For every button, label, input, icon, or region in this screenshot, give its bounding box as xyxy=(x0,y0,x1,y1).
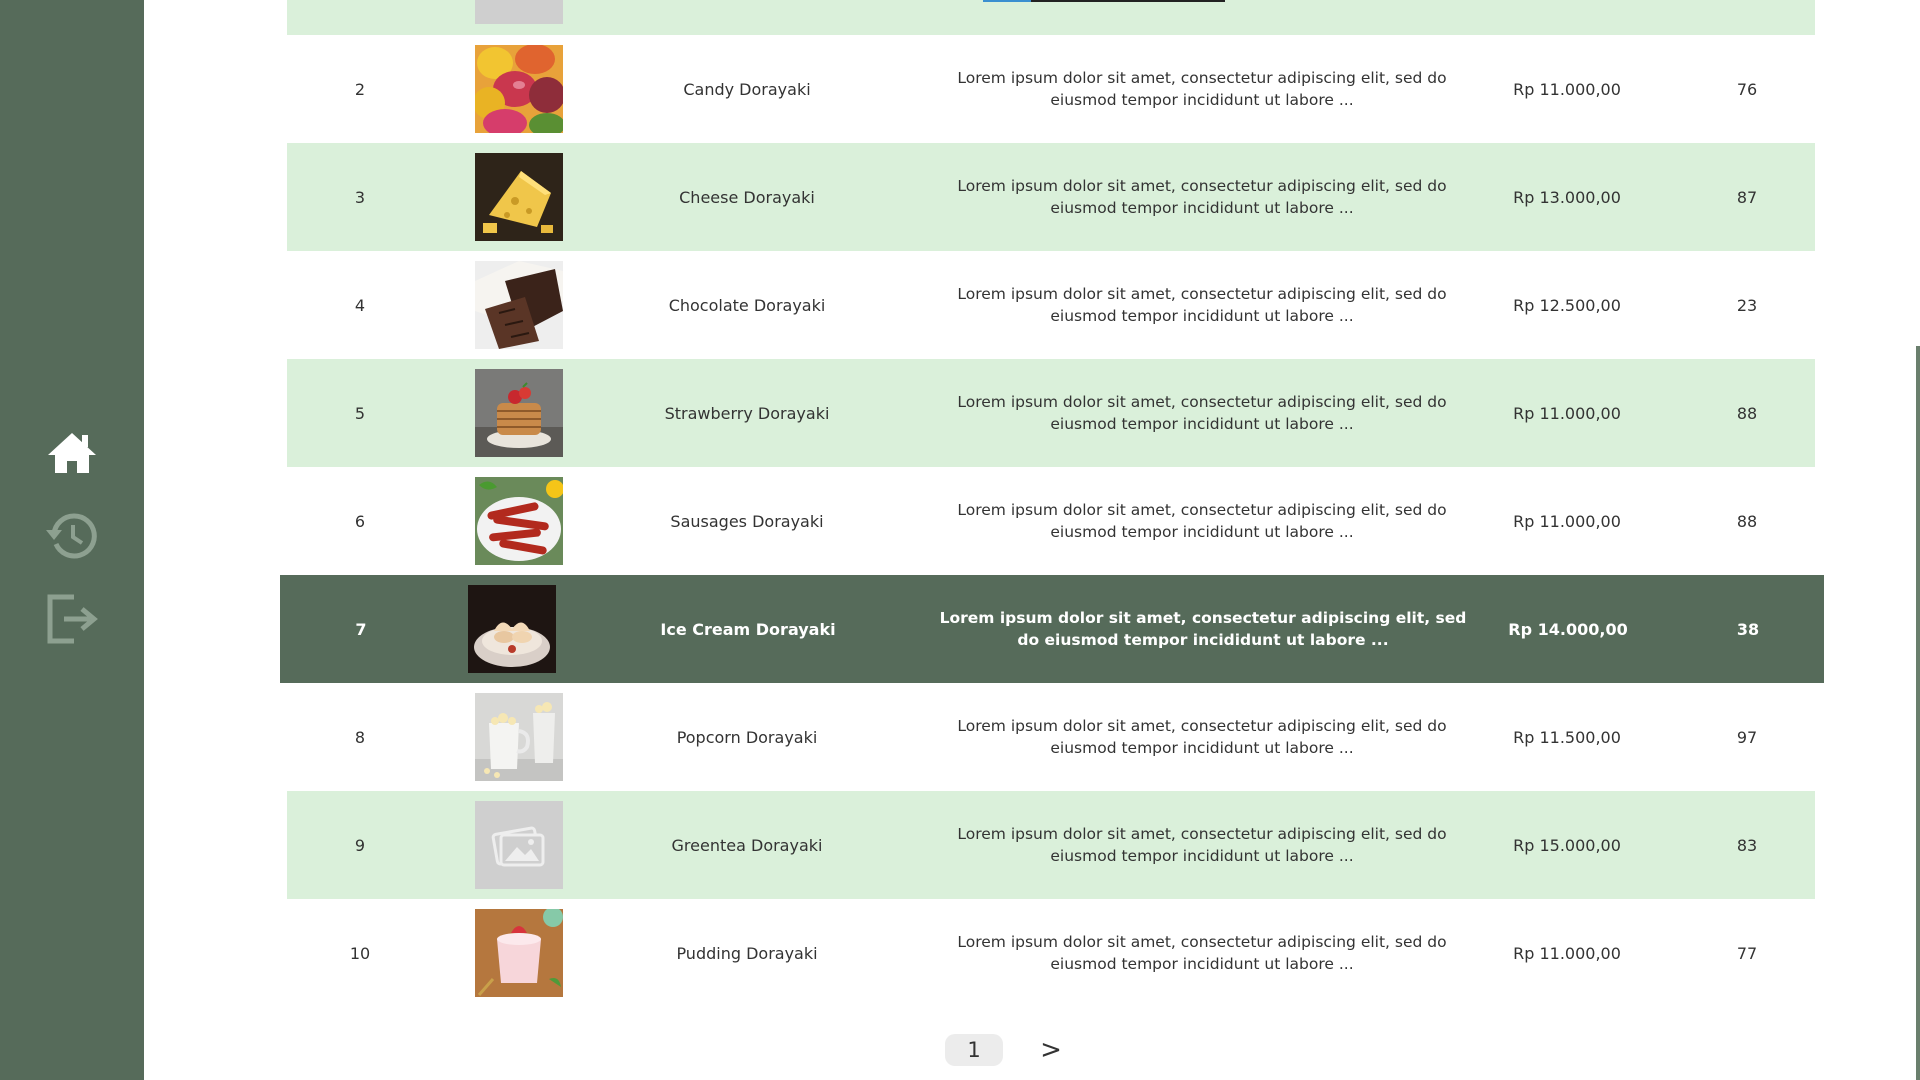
product-image-cell xyxy=(475,899,563,1007)
scroll-indicator-accent xyxy=(983,0,1031,2)
row-number: 5 xyxy=(354,403,366,423)
product-stock: 88 xyxy=(1736,511,1758,531)
product-price: Rp 13.000,00 xyxy=(1513,187,1621,207)
table-row[interactable]: 9 Greentea Dorayaki Lorem ipsum dolor si… xyxy=(287,791,1815,899)
row-number: 3 xyxy=(354,187,366,207)
product-image-cell xyxy=(475,791,563,899)
product-description: Lorem ipsum dolor sit amet, consectetur … xyxy=(957,501,1447,541)
product-stock: 97 xyxy=(1736,727,1758,747)
product-description: Lorem ipsum dolor sit amet, consectetur … xyxy=(957,177,1447,217)
chocolate-image xyxy=(475,261,563,349)
product-stock: 87 xyxy=(1736,187,1758,207)
product-image-cell xyxy=(475,143,563,251)
product-image-cell xyxy=(475,359,563,467)
product-name: Pudding Dorayaki xyxy=(676,943,818,963)
row-number: 7 xyxy=(355,619,367,639)
product-price: Rp 11.000,00 xyxy=(1513,79,1621,99)
table-row[interactable]: 3 Cheese Dorayaki Lorem ipsum dolor sit … xyxy=(287,143,1815,251)
table-row[interactable]: 5 Strawberry Dorayaki Lorem ipsum dolor … xyxy=(287,359,1815,467)
table-row[interactable]: 6 Sausages Dorayaki Lorem ipsum dolor si… xyxy=(287,467,1815,575)
product-price: Rp 11.000,00 xyxy=(1513,943,1621,963)
ice-cream-image xyxy=(468,585,556,673)
pagination: 1 > xyxy=(144,1030,1920,1070)
row-number: 9 xyxy=(354,835,366,855)
product-description: Lorem ipsum dolor sit amet, consectetur … xyxy=(957,825,1447,865)
product-name: Candy Dorayaki xyxy=(683,79,811,99)
row-number: 8 xyxy=(354,727,366,747)
table-row[interactable]: 2 Candy Dorayaki Lorem ipsum dolor sit a… xyxy=(287,35,1815,143)
product-name: Popcorn Dorayaki xyxy=(676,727,818,747)
cheese-image xyxy=(475,153,563,241)
product-stock: 77 xyxy=(1736,943,1758,963)
home-icon[interactable] xyxy=(44,425,100,481)
product-stock: 76 xyxy=(1736,79,1758,99)
product-image-cell xyxy=(475,35,563,143)
product-description: Lorem ipsum dolor sit amet, consectetur … xyxy=(957,393,1447,433)
row-number: 10 xyxy=(349,943,371,963)
product-price: Rp 14.000,00 xyxy=(1508,619,1628,639)
product-name: Cheese Dorayaki xyxy=(679,187,815,207)
table-row-partial xyxy=(287,0,1815,35)
product-description: Lorem ipsum dolor sit amet, consectetur … xyxy=(957,285,1447,325)
table-row[interactable]: 4 Chocolate Dorayaki Lorem ipsum dolor s… xyxy=(287,251,1815,359)
product-price: Rp 11.500,00 xyxy=(1513,727,1621,747)
candy-image xyxy=(475,45,563,133)
logout-icon[interactable] xyxy=(44,591,100,647)
table-row[interactable]: 10 Pudding Dorayaki Lorem ipsum dolor si… xyxy=(287,899,1815,1007)
product-price: Rp 11.000,00 xyxy=(1513,403,1621,423)
product-stock: 88 xyxy=(1736,403,1758,423)
product-description: Lorem ipsum dolor sit amet, consectetur … xyxy=(957,69,1447,109)
product-name: Chocolate Dorayaki xyxy=(668,295,826,315)
strawberry-pancake-image xyxy=(475,369,563,457)
main-content: 2 Candy Dorayaki Lorem ipsum dolor sit a… xyxy=(144,0,1920,1080)
table-row[interactable]: 8 Popcorn Dorayaki Lorem ipsum dolor sit… xyxy=(287,683,1815,791)
sidebar xyxy=(0,0,144,1080)
product-stock: 38 xyxy=(1736,619,1760,639)
product-price: Rp 15.000,00 xyxy=(1513,835,1621,855)
product-price: Rp 11.000,00 xyxy=(1513,511,1621,531)
product-description: Lorem ipsum dolor sit amet, consectetur … xyxy=(939,609,1467,649)
table-row-selected[interactable]: 7 Ice Cream Dorayaki Lorem ipsum dolor s… xyxy=(280,575,1824,683)
product-name: Strawberry Dorayaki xyxy=(664,403,830,423)
product-description: Lorem ipsum dolor sit amet, consectetur … xyxy=(957,933,1447,973)
product-price: Rp 12.500,00 xyxy=(1513,295,1621,315)
popcorn-image xyxy=(475,693,563,781)
product-name: Greentea Dorayaki xyxy=(671,835,823,855)
next-page-button[interactable]: > xyxy=(1033,1032,1069,1068)
product-stock: 83 xyxy=(1736,835,1758,855)
history-icon[interactable] xyxy=(44,508,100,564)
row-number: 6 xyxy=(354,511,366,531)
row-number: 4 xyxy=(354,295,366,315)
product-image xyxy=(475,0,563,24)
product-name: Ice Cream Dorayaki xyxy=(660,619,836,639)
product-image-cell xyxy=(468,575,556,683)
page-current-button[interactable]: 1 xyxy=(945,1034,1003,1066)
image-placeholder-icon xyxy=(475,801,563,889)
pudding-image xyxy=(475,909,563,997)
product-name: Sausages Dorayaki xyxy=(670,511,824,531)
product-image-cell xyxy=(475,251,563,359)
sausages-image xyxy=(475,477,563,565)
product-image-cell xyxy=(475,467,563,575)
product-image-cell xyxy=(475,683,563,791)
product-stock: 23 xyxy=(1736,295,1758,315)
product-description: Lorem ipsum dolor sit amet, consectetur … xyxy=(957,717,1447,757)
row-number: 2 xyxy=(354,79,366,99)
scrollbar[interactable] xyxy=(1916,346,1920,1080)
